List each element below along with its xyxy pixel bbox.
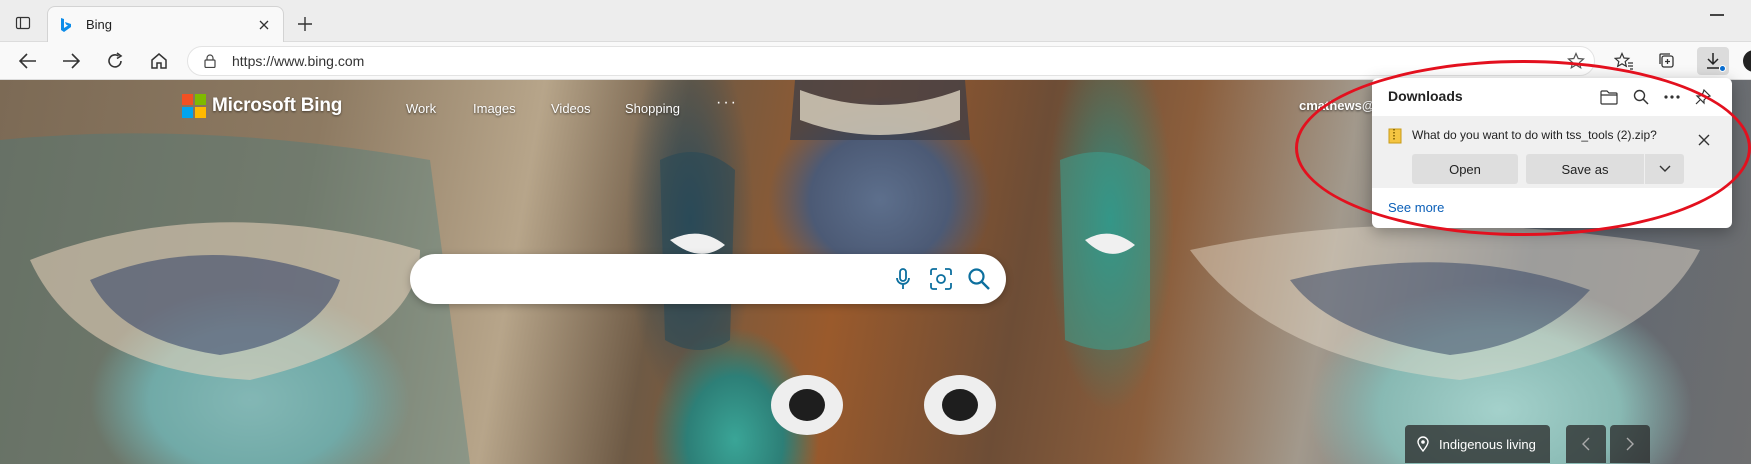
search-icon[interactable]: [966, 266, 992, 292]
image-caption[interactable]: Indigenous living: [1405, 425, 1550, 463]
minimize-icon[interactable]: [1710, 14, 1724, 16]
microphone-icon[interactable]: [890, 266, 916, 292]
more-icon[interactable]: [1659, 84, 1685, 110]
search-input[interactable]: [432, 266, 852, 292]
nav-images[interactable]: Images: [473, 101, 516, 116]
nav-more-button[interactable]: ···: [716, 94, 738, 112]
address-bar[interactable]: https://www.bing.com: [187, 46, 1595, 76]
save-options-button[interactable]: [1645, 154, 1684, 184]
bing-logo[interactable]: Microsoft Bing: [182, 94, 342, 118]
search-box: [410, 254, 1006, 304]
refresh-button[interactable]: [101, 47, 129, 75]
microsoft-logo-icon: [182, 94, 206, 118]
tab-bar: Bing: [0, 0, 1751, 42]
close-icon[interactable]: [1692, 128, 1716, 152]
caption-text: Indigenous living: [1439, 436, 1536, 452]
see-more-link[interactable]: See more: [1388, 200, 1444, 215]
downloads-panel: Downloads What do you want to do with ts…: [1372, 78, 1732, 228]
chevron-right-icon: [1626, 437, 1634, 451]
favorites-icon[interactable]: [1610, 47, 1638, 75]
nav-shopping[interactable]: Shopping: [625, 101, 680, 116]
bing-favicon: [58, 17, 74, 33]
downloads-title: Downloads: [1388, 88, 1463, 104]
next-image-button[interactable]: [1610, 425, 1650, 463]
user-account[interactable]: cmathews@: [1299, 98, 1375, 113]
lock-icon[interactable]: [202, 53, 218, 69]
browser-toolbar: https://www.bing.com: [0, 42, 1751, 80]
star-icon[interactable]: [1562, 47, 1590, 75]
pin-icon[interactable]: [1690, 84, 1716, 110]
save-as-button[interactable]: Save as: [1526, 154, 1644, 184]
location-icon: [1417, 436, 1429, 452]
back-button[interactable]: [14, 47, 42, 75]
folder-icon[interactable]: [1596, 84, 1622, 110]
forward-button[interactable]: [57, 47, 85, 75]
tab-bing[interactable]: Bing: [47, 6, 284, 42]
tab-title: Bing: [86, 17, 113, 32]
close-tab-icon[interactable]: [255, 16, 273, 34]
zip-file-icon: [1388, 128, 1402, 144]
home-button[interactable]: [145, 47, 173, 75]
nav-videos[interactable]: Videos: [551, 101, 591, 116]
search-downloads-icon[interactable]: [1628, 84, 1654, 110]
nav-work[interactable]: Work: [406, 101, 436, 116]
url-text: https://www.bing.com: [232, 53, 365, 69]
profile-avatar[interactable]: [1740, 47, 1751, 75]
previous-image-button[interactable]: [1566, 425, 1606, 463]
download-item: What do you want to do with tss_tools (2…: [1372, 116, 1732, 188]
open-button[interactable]: Open: [1412, 154, 1518, 184]
collections-icon[interactable]: [1653, 47, 1681, 75]
chevron-down-icon: [1659, 165, 1670, 172]
chevron-left-icon: [1582, 437, 1590, 451]
new-tab-button[interactable]: [293, 12, 317, 36]
brand-name: Microsoft Bing: [212, 95, 343, 116]
downloads-button[interactable]: [1697, 47, 1729, 75]
visual-search-icon[interactable]: [928, 266, 954, 292]
download-badge: [1719, 65, 1726, 72]
sidebar-icon[interactable]: [10, 10, 36, 36]
download-question: What do you want to do with tss_tools (2…: [1412, 128, 1657, 142]
